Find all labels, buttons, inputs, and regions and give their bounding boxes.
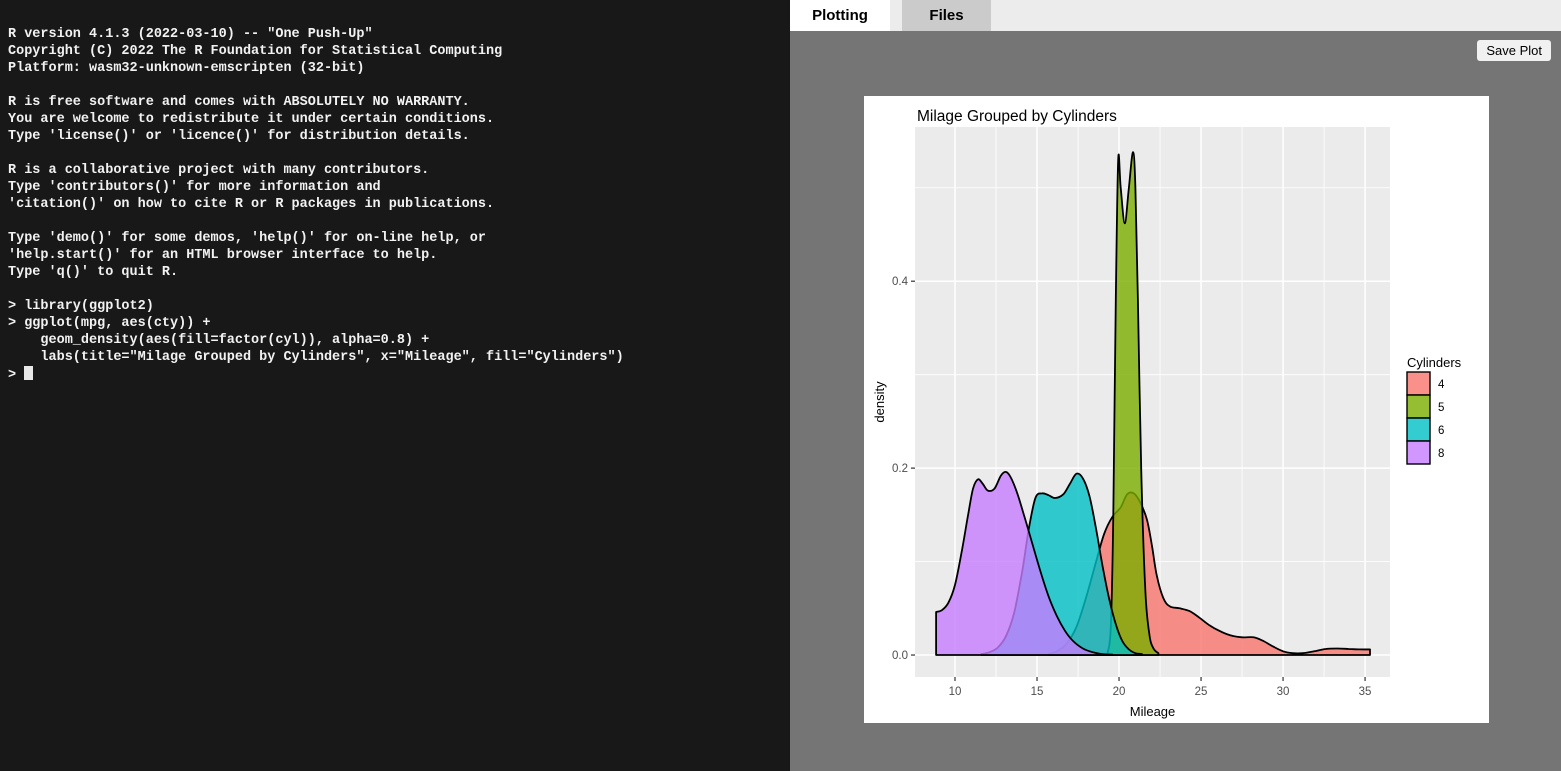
x-tick-label: 35: [1359, 686, 1372, 698]
legend-label-8: 8: [1438, 448, 1444, 460]
plot-card: 10 15 20 25 30 35 0.0 0.2 0.4 Milage Grouped by C…: [864, 96, 1489, 723]
console-output: R version 4.1.3 (2022-03-10) -- "One Pus…: [8, 26, 786, 384]
tab-bar: Plotting Files: [790, 0, 1561, 31]
console-prompt-line: >: [8, 366, 786, 384]
chart-title: Milage Grouped by Cylinders: [917, 108, 1117, 125]
console-line: [8, 213, 786, 230]
console-line: Type 'license()' or 'licence()' for dist…: [8, 128, 786, 145]
console-line: 'citation()' on how to cite R or R packa…: [8, 196, 786, 213]
y-tick-label: 0.0: [892, 650, 908, 662]
x-tick-label: 10: [949, 686, 962, 698]
console-line: [8, 77, 786, 94]
y-axis-title: density: [872, 381, 887, 423]
tab-plotting[interactable]: Plotting: [790, 0, 890, 31]
legend-label-5: 5: [1438, 402, 1444, 414]
console-line: Type 'contributors()' for more informati…: [8, 179, 786, 196]
r-console[interactable]: R version 4.1.3 (2022-03-10) -- "One Pus…: [0, 0, 790, 771]
console-line: Type 'demo()' for some demos, 'help()' f…: [8, 230, 786, 247]
x-tick-label: 20: [1113, 686, 1126, 698]
console-line: R is free software and comes with ABSOLU…: [8, 94, 786, 111]
console-prompt: >: [8, 368, 24, 383]
console-line: geom_density(aes(fill=factor(cyl)), alph…: [8, 332, 786, 349]
console-line: Type 'q()' to quit R.: [8, 264, 786, 281]
legend-label-4: 4: [1438, 379, 1445, 391]
plotting-pane: Plotting Files Save Plot 10 15 20 25 30 35 0.0…: [790, 0, 1561, 771]
console-line: R is a collaborative project with many c…: [8, 162, 786, 179]
legend-key-8: [1407, 441, 1430, 464]
console-line: labs(title="Milage Grouped by Cylinders"…: [8, 349, 786, 366]
legend-key-5: [1407, 395, 1430, 418]
console-line: Copyright (C) 2022 The R Foundation for …: [8, 43, 786, 60]
x-tick-label: 15: [1031, 686, 1044, 698]
console-line: [8, 145, 786, 162]
x-tick-label: 25: [1195, 686, 1208, 698]
console-line: Platform: wasm32-unknown-emscripten (32-…: [8, 60, 786, 77]
legend-title: Cylinders: [1407, 355, 1462, 370]
text-cursor: [24, 366, 33, 380]
legend: 4 5 6 8: [1407, 372, 1445, 464]
y-tick-label: 0.4: [892, 276, 909, 288]
console-line: R version 4.1.3 (2022-03-10) -- "One Pus…: [8, 26, 786, 43]
legend-key-6: [1407, 418, 1430, 441]
tab-files[interactable]: Files: [902, 0, 991, 31]
y-tick-label: 0.2: [892, 463, 908, 475]
x-axis-title: Mileage: [1130, 704, 1176, 719]
console-line: [8, 281, 786, 298]
plot-content-area: Save Plot 10 15 20 25 30 35 0.0 0.2 0.4 Milage Gr…: [790, 31, 1561, 771]
console-line: You are welcome to redistribute it under…: [8, 111, 786, 128]
console-line: 'help.start()' for an HTML browser inter…: [8, 247, 786, 264]
legend-key-4: [1407, 372, 1430, 395]
console-line: > ggplot(mpg, aes(cty)) +: [8, 315, 786, 332]
save-plot-button[interactable]: Save Plot: [1477, 40, 1551, 61]
legend-label-6: 6: [1438, 425, 1444, 437]
console-line: > library(ggplot2): [8, 298, 786, 315]
x-tick-label: 30: [1277, 686, 1290, 698]
density-plot-image: 10 15 20 25 30 35 0.0 0.2 0.4 Milage Grouped by C…: [864, 96, 1489, 723]
